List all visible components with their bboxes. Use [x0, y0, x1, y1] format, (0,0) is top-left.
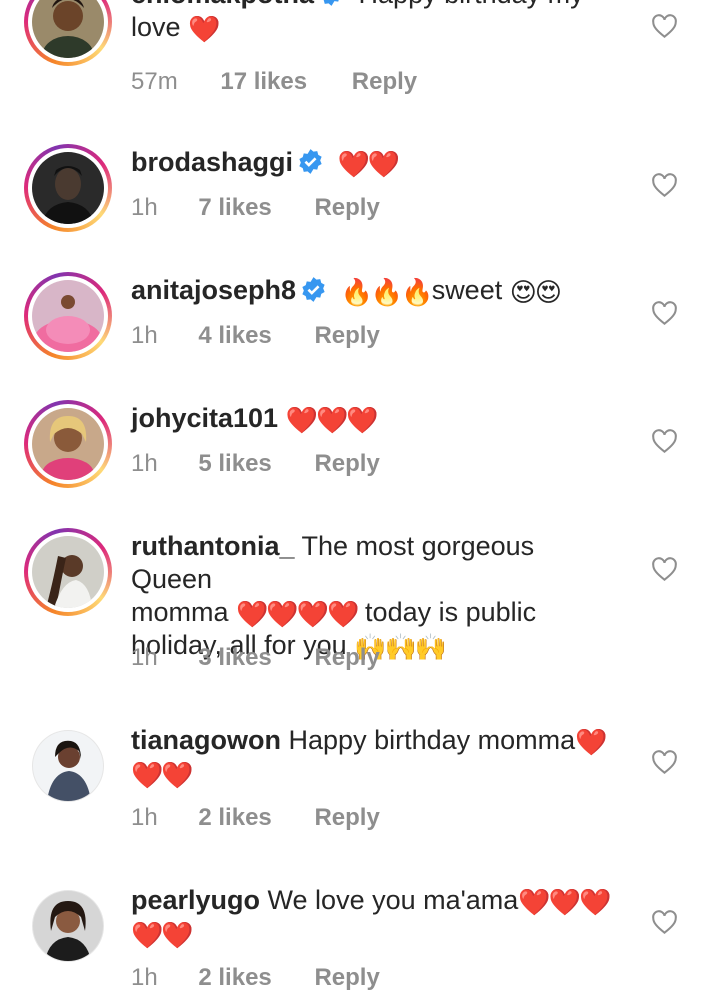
heart-emoji: ❤️❤️❤️: [518, 887, 611, 917]
like-heart-icon[interactable]: [651, 428, 678, 454]
likes-count[interactable]: 7 likes: [198, 194, 271, 222]
avatar[interactable]: [32, 152, 104, 224]
like-heart-icon[interactable]: [651, 556, 678, 582]
reply-button[interactable]: Reply: [352, 68, 417, 96]
likes-count[interactable]: 5 likes: [198, 450, 271, 478]
avatar[interactable]: [32, 536, 104, 608]
comment-time: 1h: [131, 322, 158, 349]
heart-eyes-emoji: 😍😍: [509, 277, 562, 307]
likes-count[interactable]: 3 likes: [198, 644, 271, 672]
comment-text-line2b: today is public: [365, 597, 537, 627]
heart-emoji-line2: ❤️❤️: [131, 920, 194, 950]
likes-count[interactable]: 17 likes: [220, 68, 307, 96]
reply-button[interactable]: Reply: [314, 964, 379, 992]
story-ring[interactable]: [24, 272, 112, 360]
reply-button[interactable]: Reply: [314, 322, 379, 350]
story-ring[interactable]: [24, 0, 112, 66]
like-heart-icon[interactable]: [651, 909, 678, 935]
comment-time: 1h: [131, 194, 158, 221]
comment-time: 57m: [131, 68, 178, 95]
reply-button[interactable]: Reply: [314, 450, 379, 478]
comment-time: 1h: [131, 964, 158, 991]
comment-meta: 1h 2 likes Reply: [131, 804, 380, 832]
story-ring[interactable]: [24, 144, 112, 232]
verified-badge-icon: [318, 0, 345, 7]
likes-count[interactable]: 2 likes: [198, 804, 271, 832]
avatar-frame[interactable]: [32, 730, 104, 802]
comment-text: sweet: [431, 275, 503, 305]
likes-count[interactable]: 4 likes: [198, 322, 271, 350]
reply-button[interactable]: Reply: [314, 804, 379, 832]
verified-badge-icon: [300, 276, 327, 303]
like-heart-icon[interactable]: [651, 172, 678, 198]
comment-username[interactable]: johycita101: [131, 403, 278, 433]
likes-count[interactable]: 2 likes: [198, 964, 271, 992]
comment-username[interactable]: pearlyugo: [131, 885, 260, 915]
comment-text-line2: momma: [131, 597, 229, 627]
heart-emoji: ❤️❤️: [337, 149, 401, 179]
comment-meta: 1h 7 likes Reply: [131, 194, 380, 222]
heart-emoji: ❤️: [188, 14, 220, 44]
comment-text: We love you ma'ama: [267, 885, 519, 915]
comment-time: 1h: [131, 450, 158, 477]
comment-meta: 1h 4 likes Reply: [131, 322, 380, 350]
avatar[interactable]: [32, 280, 104, 352]
story-ring[interactable]: [24, 528, 112, 616]
comment-username[interactable]: ruthantonia_: [131, 531, 295, 561]
heart-emoji: ❤️❤️❤️: [285, 405, 379, 435]
like-heart-icon[interactable]: [651, 13, 678, 39]
reply-button[interactable]: Reply: [314, 194, 379, 222]
avatar[interactable]: [32, 408, 104, 480]
comment-username[interactable]: anitajoseph8: [131, 275, 296, 305]
comment-username[interactable]: chiomakpotha: [131, 0, 314, 9]
comment-text: Happy birthday momma: [288, 725, 576, 755]
comment-meta: 1h 5 likes Reply: [131, 450, 380, 478]
comment-username[interactable]: tianagowon: [131, 725, 281, 755]
comment-username[interactable]: brodashaggi: [131, 147, 293, 177]
comment-meta: 57m 17 likes Reply: [131, 68, 417, 96]
avatar[interactable]: [33, 891, 103, 961]
comment-text: Happy birthday my: [359, 0, 584, 9]
comment-text-line2: love: [131, 12, 181, 42]
story-ring[interactable]: [24, 400, 112, 488]
avatar[interactable]: [32, 0, 104, 58]
reply-button[interactable]: Reply: [314, 644, 379, 672]
like-heart-icon[interactable]: [651, 300, 678, 326]
comment-time: 1h: [131, 644, 158, 671]
fire-emoji: 🔥🔥🔥: [340, 277, 434, 307]
avatar[interactable]: [33, 731, 103, 801]
like-heart-icon[interactable]: [651, 749, 678, 775]
comment-meta: 1h 3 likes Reply: [131, 644, 380, 672]
comment-meta: 1h 2 likes Reply: [131, 964, 380, 992]
heart-emoji: ❤️❤️❤️❤️: [236, 599, 359, 629]
comment-time: 1h: [131, 804, 158, 831]
verified-badge-icon: [297, 148, 324, 175]
avatar-frame[interactable]: [32, 890, 104, 962]
heart-emoji-line2: ❤️❤️: [131, 760, 194, 790]
heart-emoji: ❤️: [575, 727, 607, 757]
